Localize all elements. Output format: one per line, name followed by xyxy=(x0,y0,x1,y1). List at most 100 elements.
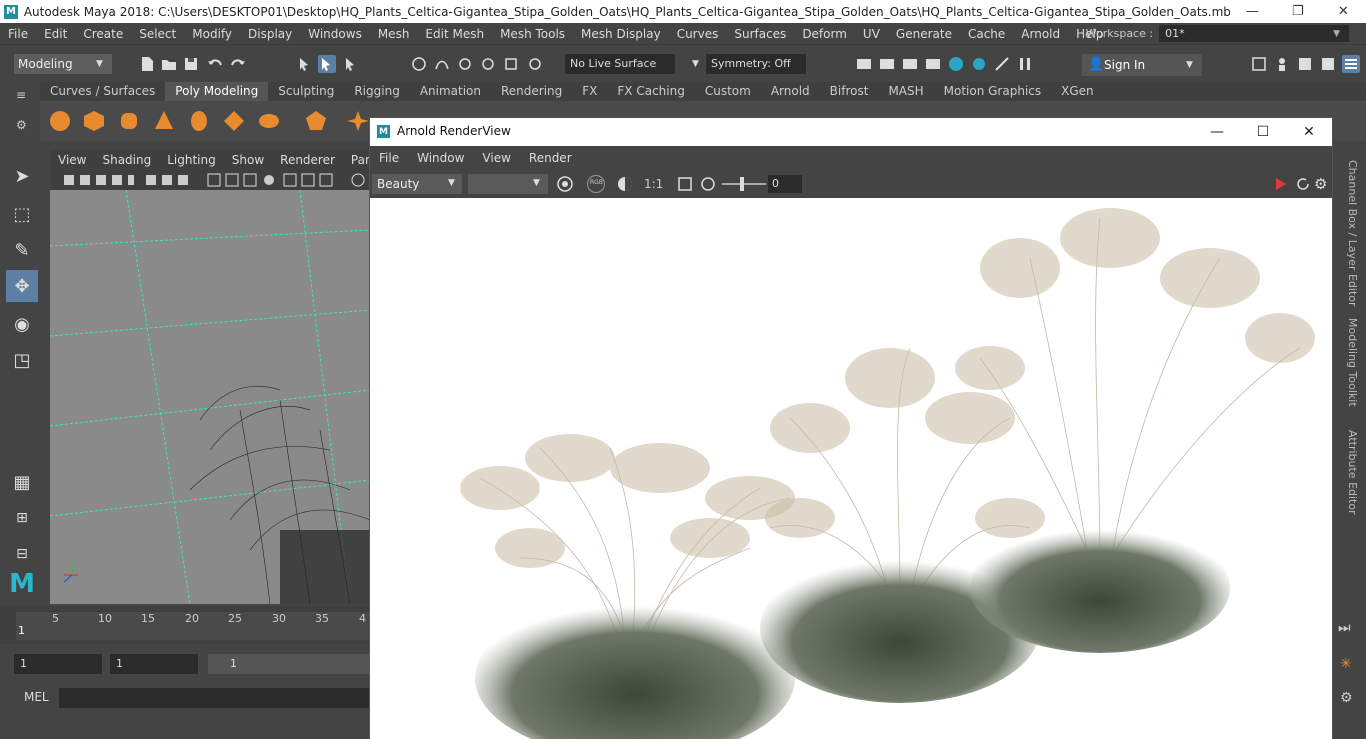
tab-bifrost[interactable]: Bifrost xyxy=(820,82,879,101)
mel-input[interactable] xyxy=(59,688,370,708)
poly-platonic-icon[interactable] xyxy=(304,109,328,133)
tool-settings-icon[interactable] xyxy=(1319,55,1337,73)
viewport-toolbar-icons[interactable] xyxy=(50,170,370,190)
symmetry-dropdown[interactable]: Symmetry: Off xyxy=(706,54,806,74)
mel-label[interactable]: MEL xyxy=(24,690,49,704)
tab-motion-graphics[interactable]: Motion Graphics xyxy=(934,82,1052,101)
menu-edit-mesh[interactable]: Edit Mesh xyxy=(417,27,492,41)
poly-sphere-icon[interactable] xyxy=(48,109,72,133)
menu-surfaces[interactable]: Surfaces xyxy=(726,27,794,41)
tab-xgen[interactable]: XGen xyxy=(1051,82,1104,101)
snap-curve-icon[interactable] xyxy=(433,55,451,73)
viewport-menu-shading[interactable]: Shading xyxy=(94,150,159,170)
render-view-icon[interactable] xyxy=(924,55,942,73)
renderview-menu-file[interactable]: File xyxy=(370,151,408,165)
menu-arnold[interactable]: Arnold xyxy=(1013,27,1068,41)
undo-icon[interactable] xyxy=(206,55,224,73)
hypershade-icon[interactable] xyxy=(947,55,965,73)
start-frame-field[interactable]: 1 xyxy=(14,654,102,674)
arnold-render-icon[interactable] xyxy=(970,55,988,73)
minimize-button[interactable]: — xyxy=(1230,0,1275,23)
poly-torus-icon[interactable] xyxy=(187,109,211,133)
settings-panel-icon[interactable]: ⚙ xyxy=(1340,690,1353,706)
gear-icon[interactable]: ⚙ xyxy=(1314,175,1332,193)
save-scene-icon[interactable] xyxy=(182,55,200,73)
super-shape-icon[interactable] xyxy=(346,109,370,133)
chevron-down-icon[interactable]: ▼ xyxy=(692,59,699,69)
modeling-toolkit-tab[interactable]: Modeling Toolkit xyxy=(1346,318,1359,407)
crop-region-icon[interactable] xyxy=(676,175,694,193)
menu-generate[interactable]: Generate xyxy=(888,27,960,41)
poly-cone-icon[interactable] xyxy=(152,109,176,133)
select-component-icon[interactable] xyxy=(342,55,360,73)
anim-start-field[interactable]: 1 xyxy=(110,654,198,674)
four-view-layout-icon[interactable]: ⊞ xyxy=(6,502,38,534)
play-forward-icon[interactable]: ⏭ xyxy=(1338,620,1351,636)
workspace-dropdown[interactable]: 01* xyxy=(1159,25,1350,42)
poly-cylinder-icon[interactable] xyxy=(117,109,141,133)
close-button[interactable]: ✕ xyxy=(1321,0,1366,23)
current-frame-marker[interactable]: 1 xyxy=(18,624,25,637)
menu-cache[interactable]: Cache xyxy=(960,27,1013,41)
two-view-layout-icon[interactable]: ⊟ xyxy=(6,538,38,570)
attribute-editor-icon[interactable] xyxy=(1296,55,1314,73)
snap-view-icon[interactable] xyxy=(479,55,497,73)
maximize-button[interactable]: ❐ xyxy=(1275,0,1320,23)
rgb-channel-button[interactable]: RGB xyxy=(587,175,605,193)
menu-select[interactable]: Select xyxy=(131,27,184,41)
time-ruler[interactable]: 5 10 15 20 25 30 35 4 1 xyxy=(16,612,370,640)
render-stop-icon[interactable] xyxy=(1274,176,1288,192)
select-tool-icon[interactable]: ➤ xyxy=(6,160,38,192)
open-scene-icon[interactable] xyxy=(160,55,178,73)
renderview-close-button[interactable]: ✕ xyxy=(1286,118,1332,146)
snap-point-icon[interactable] xyxy=(456,55,474,73)
tab-fx[interactable]: FX xyxy=(572,82,607,101)
render-current-icon[interactable] xyxy=(878,55,896,73)
select-object-icon[interactable] xyxy=(318,55,336,73)
menu-create[interactable]: Create xyxy=(75,27,131,41)
refresh-icon[interactable] xyxy=(1294,175,1312,193)
renderview-maximize-button[interactable]: ☐ xyxy=(1240,118,1286,146)
menu-mesh-tools[interactable]: Mesh Tools xyxy=(492,27,573,41)
display-mode-icon[interactable] xyxy=(616,175,634,193)
viewport-menu-renderer[interactable]: Renderer xyxy=(272,150,343,170)
paint-select-tool-icon[interactable]: ✎ xyxy=(6,234,38,266)
poly-disc-icon[interactable] xyxy=(257,109,281,133)
viewport-canvas[interactable] xyxy=(50,190,370,604)
menu-lines-icon[interactable]: ≡ xyxy=(16,88,26,102)
live-surface-field[interactable]: No Live Surface xyxy=(565,54,675,74)
chevron-down-icon[interactable]: ▼ xyxy=(1333,29,1340,39)
character-controls-icon[interactable] xyxy=(1273,55,1291,73)
tab-rendering[interactable]: Rendering xyxy=(491,82,572,101)
menu-modify[interactable]: Modify xyxy=(184,27,240,41)
renderview-minimize-button[interactable]: — xyxy=(1194,118,1240,146)
rotate-tool-icon[interactable]: ◉ xyxy=(6,308,38,340)
tab-curves-surfaces[interactable]: Curves / Surfaces xyxy=(40,82,165,101)
poly-cube-icon[interactable] xyxy=(82,109,106,133)
snap-grid-icon[interactable] xyxy=(410,55,428,73)
render-settings-icon[interactable] xyxy=(855,55,873,73)
tab-fx-caching[interactable]: FX Caching xyxy=(607,82,694,101)
snap-surface-icon[interactable] xyxy=(502,55,520,73)
menu-windows[interactable]: Windows xyxy=(300,27,370,41)
tab-mash[interactable]: MASH xyxy=(878,82,933,101)
menu-mesh-display[interactable]: Mesh Display xyxy=(573,27,669,41)
range-slider-handle[interactable]: 1 xyxy=(208,654,370,674)
snap-live-icon[interactable] xyxy=(526,55,544,73)
poly-plane-icon[interactable] xyxy=(222,109,246,133)
chevron-down-icon[interactable]: ▼ xyxy=(96,59,103,69)
menu-edit[interactable]: Edit xyxy=(36,27,75,41)
arnold-ipr-icon[interactable] xyxy=(993,55,1011,73)
aperture-icon[interactable] xyxy=(556,175,574,193)
single-perspective-layout-icon[interactable]: ▦ xyxy=(6,466,38,498)
move-tool-icon[interactable]: ✥ xyxy=(6,270,38,302)
renderview-menu-view[interactable]: View xyxy=(473,151,519,165)
menu-file[interactable]: File xyxy=(0,27,36,41)
renderview-menu-render[interactable]: Render xyxy=(520,151,581,165)
tab-sculpting[interactable]: Sculpting xyxy=(268,82,344,101)
lasso-tool-icon[interactable]: ⬚ xyxy=(6,198,38,230)
ipr-render-icon[interactable] xyxy=(901,55,919,73)
exposure-value-field[interactable]: 0 xyxy=(768,175,802,193)
renderview-menu-window[interactable]: Window xyxy=(408,151,473,165)
viewport-menu-lighting[interactable]: Lighting xyxy=(159,150,224,170)
